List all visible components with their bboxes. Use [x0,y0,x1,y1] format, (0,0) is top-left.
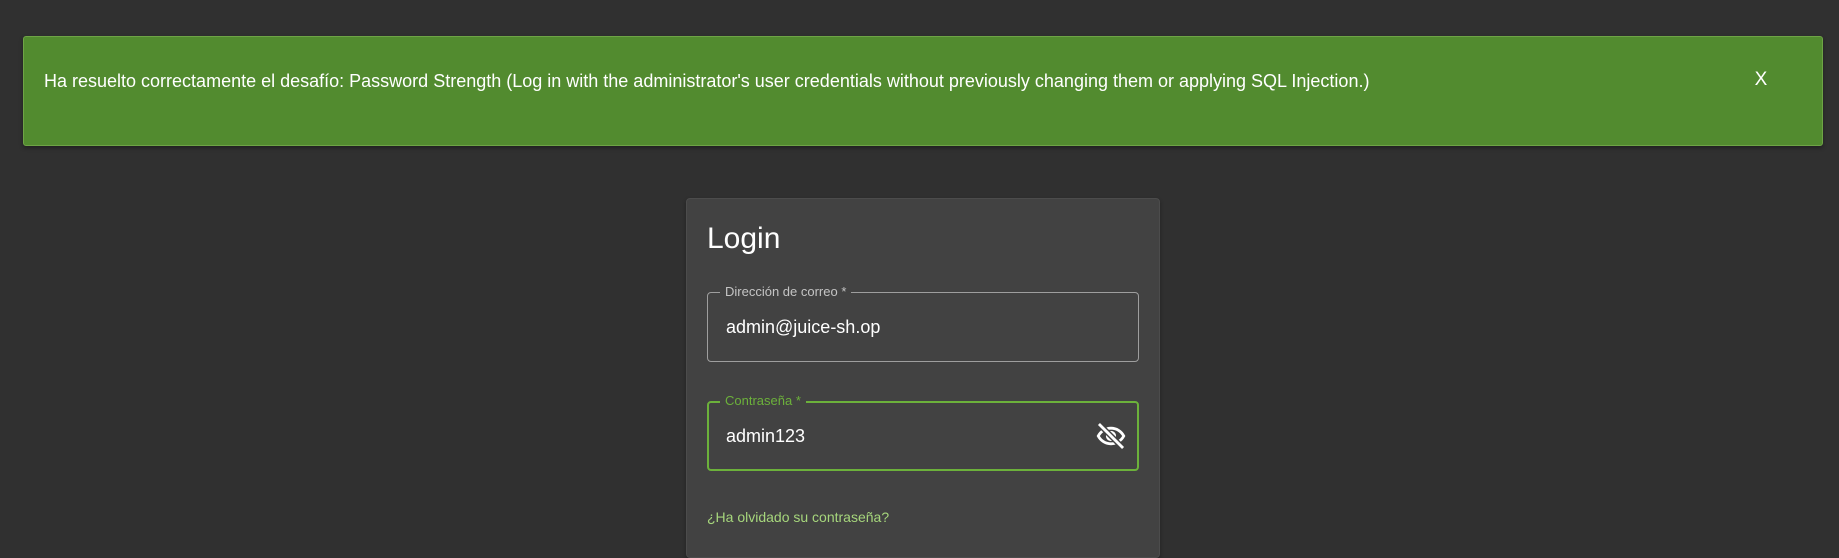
password-label: Contraseña * [720,393,806,409]
password-field: Contraseña * [707,393,1139,471]
visibility-off-icon[interactable] [1091,418,1131,454]
email-field: Dirección de correo * [707,284,1139,362]
email-label: Dirección de correo * [720,284,852,300]
forgot-password-link[interactable]: ¿Ha olvidado su contraseña? [707,508,889,526]
password-input[interactable] [726,424,1086,448]
banner-message: Ha resuelto correctamente el desafío: Pa… [44,71,1370,91]
banner-close-button[interactable]: X [1748,67,1774,93]
login-card: Login Dirección de correo * Contraseña *… [686,198,1160,558]
email-input[interactable] [726,315,1086,339]
login-title: Login [707,222,781,255]
challenge-solved-banner: Ha resuelto correctamente el desafío: Pa… [23,36,1823,146]
